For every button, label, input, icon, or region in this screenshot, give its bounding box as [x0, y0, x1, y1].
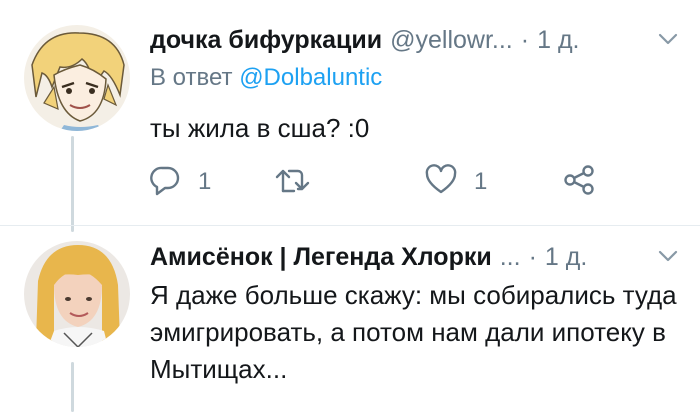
heart-icon — [424, 163, 458, 202]
avatar[interactable] — [24, 25, 130, 131]
reply-icon — [148, 163, 182, 202]
reply-mention-link[interactable]: @Dolbaluntic — [239, 64, 382, 91]
reply-context: В ответ @Dolbaluntic — [150, 64, 382, 92]
reply-count: 1 — [198, 168, 212, 195]
tweet-timestamp[interactable]: 1 д. — [537, 26, 579, 55]
retweet-icon — [274, 163, 312, 202]
tweet-text: Я даже больше скажу: мы собирались туда … — [150, 280, 677, 384]
tweet-header: дочка бифуркации @yellowr... · 1 д. — [150, 23, 680, 57]
author-handle[interactable]: @yellowr... — [390, 26, 513, 55]
chevron-down-icon[interactable] — [656, 246, 680, 266]
retweet-button[interactable] — [274, 162, 328, 202]
thread-connector-line — [71, 362, 74, 412]
tweet-divider — [0, 225, 700, 226]
separator-dot: · — [520, 25, 530, 54]
author-name[interactable]: дочка бифуркации — [150, 26, 382, 55]
share-icon — [562, 163, 596, 202]
share-button[interactable] — [562, 162, 596, 202]
reply-button[interactable]: 1 — [148, 162, 211, 202]
reply-prefix: В ответ — [150, 64, 233, 91]
tweet-actions: 1 1 — [148, 162, 608, 202]
tweet-text: ты жила в сша? :0 — [150, 113, 370, 143]
tweet-timestamp[interactable]: 1 д. — [545, 243, 587, 272]
tweet-header: Амисёнок | Легенда Хлорки ... · 1 д. — [150, 240, 680, 274]
chevron-down-icon[interactable] — [656, 29, 680, 49]
like-button[interactable]: 1 — [424, 162, 487, 202]
thread-connector-line — [71, 136, 74, 232]
separator-dot: · — [528, 242, 537, 271]
avatar[interactable] — [24, 241, 130, 347]
author-name[interactable]: Амисёнок | Легенда Хлорки — [150, 243, 492, 272]
like-count: 1 — [474, 168, 488, 195]
conversation-thread: дочка бифуркации @yellowr... · 1 д. В от… — [0, 0, 700, 412]
author-handle[interactable]: ... — [500, 243, 521, 272]
